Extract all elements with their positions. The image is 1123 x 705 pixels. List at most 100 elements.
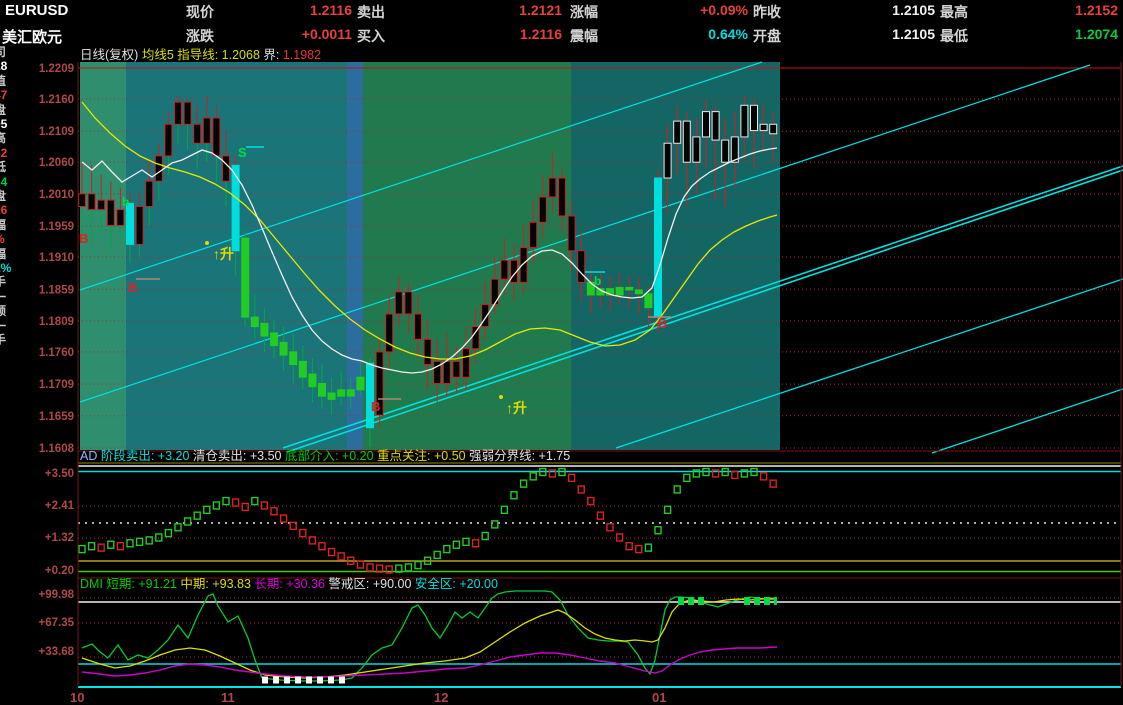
ad-bar	[453, 541, 459, 548]
candle	[127, 203, 134, 244]
chart-text: 1.1608	[39, 443, 75, 455]
candle	[338, 390, 345, 396]
ad-bar	[204, 506, 210, 513]
candle	[280, 342, 287, 355]
chart-text: B	[128, 280, 137, 295]
ad-bar	[578, 486, 584, 493]
candle	[635, 290, 642, 294]
chart-area[interactable]: 1.22091.21601.21091.20601.20101.19591.19…	[0, 48, 1123, 705]
candle	[549, 178, 556, 197]
candle	[472, 327, 479, 349]
candle	[741, 105, 748, 137]
chart-text: 11	[221, 690, 235, 705]
ad-bar	[521, 480, 527, 487]
low-label: 最低	[940, 26, 968, 46]
chart-text: 01	[652, 690, 666, 705]
chart-text: b	[594, 274, 601, 288]
chart-text: 1.1859	[39, 284, 74, 296]
chart-text: +0.20	[45, 565, 74, 577]
ad-bar	[463, 538, 469, 545]
candle	[347, 390, 354, 396]
low-value: 1.2074	[1000, 26, 1118, 42]
symbol-label[interactable]: EURUSD	[5, 2, 68, 19]
chart-text: +2.41	[45, 500, 75, 512]
chart-text: +33.68	[39, 646, 75, 658]
ad-bar	[636, 546, 642, 553]
ad-bar	[492, 521, 498, 528]
candle	[674, 121, 681, 143]
dmi-panel-header: DMI 短期: +91.21 中期: +93.83 长期: +30.36 警戒区…	[80, 576, 498, 591]
ad-bar	[213, 502, 219, 509]
ad-bar	[588, 498, 594, 505]
last-price-label: 现价	[186, 2, 214, 22]
candle	[405, 292, 412, 314]
ad-bar	[511, 492, 517, 499]
candle	[501, 260, 508, 279]
candle	[415, 314, 422, 339]
ad-bar	[569, 474, 575, 481]
ad-bar	[674, 486, 680, 493]
candle	[722, 140, 729, 162]
chart-text: +99.98	[39, 589, 75, 601]
chart-text: 10	[70, 690, 84, 705]
amplitude-value: 0.64%	[630, 26, 748, 42]
ad-bar	[108, 541, 114, 548]
ad-bar	[261, 502, 267, 509]
candle	[328, 393, 335, 399]
ad-bar	[98, 544, 104, 551]
ad-bar	[329, 549, 335, 556]
svg-text:日线(复权) 均线5 指导线: 1.2068 界: 1.1: 日线(复权) 均线5 指导线: 1.2068 界: 1.1982	[80, 48, 321, 62]
ad-bar	[597, 512, 603, 519]
ad-bar	[252, 498, 258, 505]
svg-text:AD 阶段卖出: +3.20 清仓卖出: +3.50 底部介: AD 阶段卖出: +3.20 清仓卖出: +3.50 底部介入: +0.20 重…	[80, 448, 570, 463]
chart-text: B	[371, 399, 380, 414]
ad-bar	[501, 506, 507, 513]
ad-bar	[482, 533, 488, 540]
chart-title: 日线(复权) 均线5 指导线: 1.2068 界: 1.1982	[80, 48, 321, 62]
candle	[578, 251, 585, 283]
change-value: +0.0011	[230, 26, 352, 42]
candle	[213, 118, 220, 156]
candle	[386, 314, 393, 352]
time-axis: 10111201	[70, 690, 666, 705]
change-pct-value: +0.09%	[630, 2, 748, 18]
chart-text: 1.2060	[39, 157, 74, 169]
candle	[223, 156, 230, 181]
ad-bar	[338, 553, 344, 560]
chart-text: 1.1659	[39, 411, 74, 423]
candle	[117, 210, 124, 226]
ask-value: 1.2121	[440, 2, 562, 18]
change-pct-label: 涨幅	[570, 2, 598, 22]
amplitude-label: 震幅	[570, 26, 598, 46]
candle	[155, 156, 162, 181]
chart-text: +67.35	[39, 617, 75, 629]
candle	[712, 112, 719, 140]
candle	[645, 294, 652, 308]
chart-text: 1.1709	[39, 379, 74, 391]
ad-bar	[156, 534, 162, 541]
ad-bar	[626, 543, 632, 550]
ad-bar	[185, 518, 191, 525]
ad-bar	[117, 543, 123, 550]
ad-bar	[645, 544, 651, 551]
chart-text: S	[238, 145, 247, 160]
candle	[357, 377, 364, 390]
ad-bar	[233, 499, 239, 506]
ad-bar	[732, 471, 738, 478]
candle	[559, 178, 566, 216]
bid-value: 1.2116	[440, 26, 562, 42]
quote-bar-row1: EURUSD 现价 1.2116 卖出 1.2121 涨幅 +0.09% 昨收 …	[0, 2, 1123, 24]
ad-bar	[473, 540, 479, 547]
candle	[98, 200, 105, 209]
chart-text: b	[122, 195, 129, 209]
ad-bar	[300, 530, 306, 537]
chart-text: 1.2209	[39, 63, 74, 75]
chart-text: ↑升	[213, 246, 234, 262]
svg-text:DMI 短期: +91.21 中期: +93.83 长期:: DMI 短期: +91.21 中期: +93.83 长期: +30.36 警戒区…	[80, 576, 498, 591]
candle	[520, 248, 527, 283]
ad-bar	[137, 538, 143, 545]
candle	[693, 137, 700, 162]
ad-bar	[242, 503, 248, 510]
candle	[770, 124, 777, 133]
quote-bar-row2: 美汇欧元 涨跌 +0.0011 买入 1.2116 震幅 0.64% 开盘 1.…	[0, 26, 1123, 48]
